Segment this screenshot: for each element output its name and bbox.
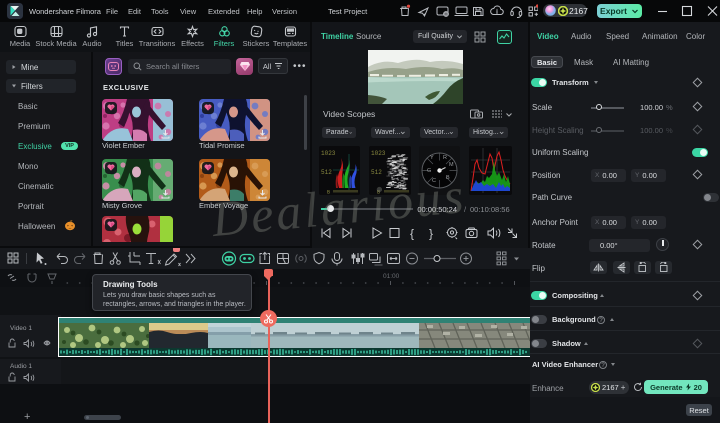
- svg-text:1023: 1023: [321, 150, 336, 157]
- svg-text:R: R: [443, 155, 447, 161]
- svg-text:C: C: [432, 178, 436, 184]
- svg-text:01:00: 01:00: [383, 273, 400, 280]
- svg-text:{: {: [410, 227, 414, 241]
- svg-text:B: B: [327, 190, 330, 196]
- svg-text:1023: 1023: [371, 150, 386, 157]
- svg-text:}: }: [429, 227, 433, 241]
- svg-text:512: 512: [371, 169, 382, 176]
- svg-text:B: B: [377, 190, 380, 196]
- svg-text:M: M: [449, 162, 454, 168]
- svg-text:512: 512: [321, 169, 332, 176]
- svg-text:Y: Y: [430, 155, 434, 161]
- svg-text:G: G: [427, 168, 431, 174]
- svg-text:B: B: [446, 175, 450, 181]
